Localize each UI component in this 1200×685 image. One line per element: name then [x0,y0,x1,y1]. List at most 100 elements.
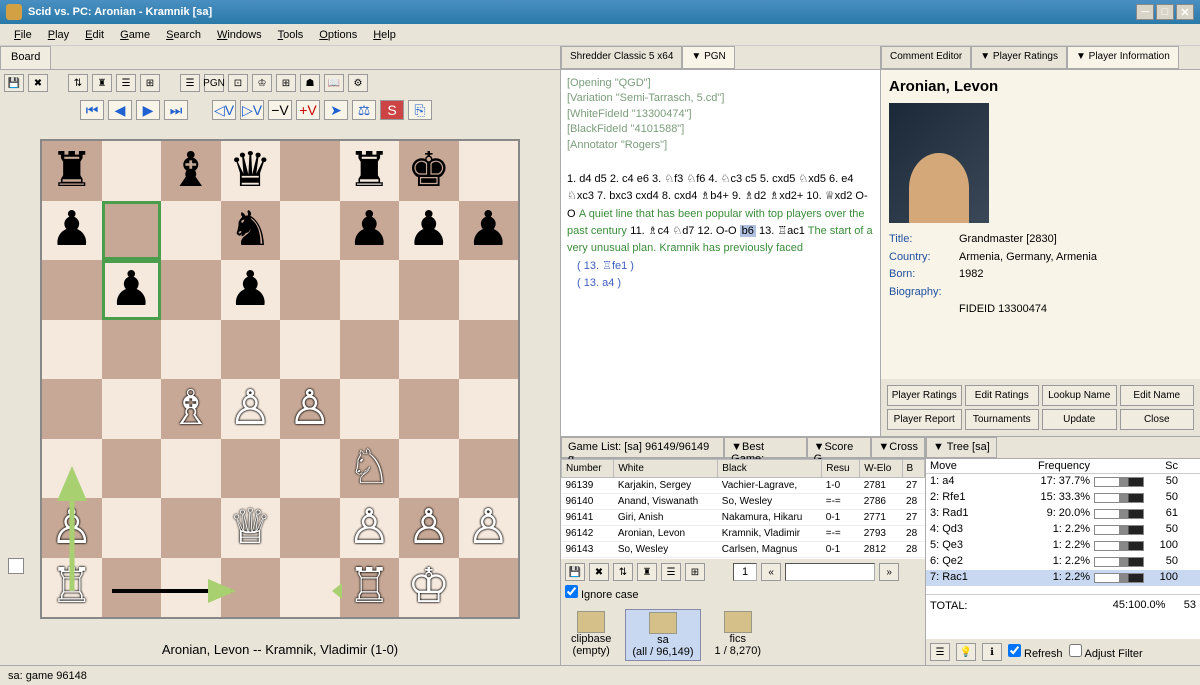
piece-bp[interactable]: ♟ [229,266,272,314]
piece-bp[interactable]: ♟ [467,206,510,254]
square-d7[interactable]: ♞ [221,201,281,261]
database-fics[interactable]: fics1 / 8,270) [709,609,767,661]
tree-move-row[interactable]: 7: Rac11: 2.2%100 [926,570,1200,586]
square-a8[interactable]: ♜ [42,141,102,201]
tree-bulb-icon[interactable]: 💡 [956,643,976,661]
player-tab[interactable]: Comment Editor [881,46,971,69]
book-icon[interactable]: 📖 [324,74,344,92]
square-e6[interactable] [280,260,340,320]
var-back-icon[interactable]: ◁V [212,100,236,120]
square-f6[interactable] [340,260,400,320]
square-a5[interactable] [42,320,102,380]
square-c4[interactable]: ♗ [161,379,221,439]
database-sa[interactable]: sa(all / 96,149) [625,609,700,661]
square-h2[interactable]: ♙ [459,498,519,558]
tool-icon[interactable]: ♜ [92,74,112,92]
page-prev-button[interactable]: « [761,563,781,581]
col-header[interactable]: Resu [822,460,860,478]
close-game-icon[interactable]: ✖ [28,74,48,92]
player-report-button[interactable]: Player Report [887,409,962,430]
filter-go-button[interactable]: » [879,563,899,581]
tool-icon[interactable]: ⊞ [140,74,160,92]
tool-icon[interactable]: ♔ [252,74,272,92]
square-g6[interactable] [399,260,459,320]
pgn-variation[interactable]: ( 13. ♖fe1 ) [577,260,634,272]
pgn-tab[interactable]: Shredder Classic 5 x64 [561,46,682,69]
col-header[interactable]: White [614,460,718,478]
piece-bp[interactable]: ♟ [50,206,93,254]
square-e8[interactable] [280,141,340,201]
tree-move-row[interactable]: 4: Qd31: 2.2%50 [926,522,1200,538]
square-g3[interactable] [399,439,459,499]
lookup-name-button[interactable]: Lookup Name [1042,385,1117,406]
square-b5[interactable] [102,320,162,380]
tool-icon[interactable]: ⊡ [228,74,248,92]
menu-tools[interactable]: Tools [270,27,312,43]
square-b4[interactable] [102,379,162,439]
piece-bp[interactable]: ♟ [407,206,450,254]
square-h3[interactable] [459,439,519,499]
col-header[interactable]: W-Elo [860,460,902,478]
square-d6[interactable]: ♟ [221,260,281,320]
square-e3[interactable] [280,439,340,499]
square-d5[interactable] [221,320,281,380]
square-e4[interactable]: ♙ [280,379,340,439]
save-icon[interactable]: 💾 [565,563,585,581]
tool-icon[interactable]: ☗ [300,74,320,92]
maximize-button[interactable]: □ [1156,4,1174,20]
engine-icon[interactable]: ⚙ [348,74,368,92]
pgn-tab[interactable]: ▼ PGN [682,46,734,69]
gamelist-tab[interactable]: ▼Cross [871,437,925,458]
square-b3[interactable] [102,439,162,499]
menu-windows[interactable]: Windows [209,27,270,43]
tool-icon[interactable]: ♜ [637,563,657,581]
menu-edit[interactable]: Edit [77,27,112,43]
filter-input[interactable] [785,563,875,581]
square-g4[interactable] [399,379,459,439]
square-f3[interactable]: ♘ [340,439,400,499]
close-button[interactable]: Close [1120,409,1195,430]
piece-wp[interactable]: ♙ [50,504,93,552]
square-d4[interactable]: ♙ [221,379,281,439]
database-clipbase[interactable]: clipbase(empty) [565,609,617,661]
tournaments-button[interactable]: Tournaments [965,409,1040,430]
nav-start-icon[interactable]: ⏮ [80,100,104,120]
square-a2[interactable]: ♙ [42,498,102,558]
piece-bk[interactable]: ♚ [407,147,450,195]
col-header[interactable]: B [902,460,924,478]
piece-bn[interactable]: ♞ [229,206,272,254]
trial-icon[interactable]: ⚖ [352,100,376,120]
col-header[interactable]: Number [562,460,614,478]
tool-icon[interactable]: ⊞ [685,563,705,581]
piece-wb[interactable]: ♗ [169,385,212,433]
menu-search[interactable]: Search [158,27,209,43]
piece-bp[interactable]: ♟ [348,206,391,254]
piece-bp[interactable]: ♟ [110,266,153,314]
tree-tab[interactable]: ▼ Tree [sa] [926,437,997,458]
piece-wr[interactable]: ♖ [348,563,391,611]
square-e7[interactable] [280,201,340,261]
square-h4[interactable] [459,379,519,439]
tree-move-row[interactable]: 5: Qe31: 2.2%100 [926,538,1200,554]
col-header[interactable]: Black [718,460,822,478]
piece-wp[interactable]: ♙ [467,504,510,552]
player-ratings-button[interactable]: Player Ratings [887,385,962,406]
player-tab[interactable]: ▼ Player Ratings [971,46,1067,69]
autoplay-icon[interactable]: ➤ [324,100,348,120]
engine-toggle-icon[interactable]: S [380,100,404,120]
game-row[interactable]: 96139Karjakin, SergeyVachier-Lagrave,1-0… [562,478,925,494]
tree-list-icon[interactable]: ☰ [930,643,950,661]
minimize-button[interactable]: ─ [1136,4,1154,20]
square-f8[interactable]: ♜ [340,141,400,201]
piece-wp[interactable]: ♙ [348,504,391,552]
var-add-icon[interactable]: +V [296,100,320,120]
save-icon[interactable]: 💾 [4,74,24,92]
var-fwd-icon[interactable]: ▷V [240,100,264,120]
piece-bq[interactable]: ♛ [229,147,272,195]
square-e5[interactable] [280,320,340,380]
menu-options[interactable]: Options [311,27,365,43]
square-g7[interactable]: ♟ [399,201,459,261]
tool-icon[interactable]: ⊞ [276,74,296,92]
refresh-checkbox[interactable]: Refresh [1008,644,1063,660]
square-e2[interactable] [280,498,340,558]
